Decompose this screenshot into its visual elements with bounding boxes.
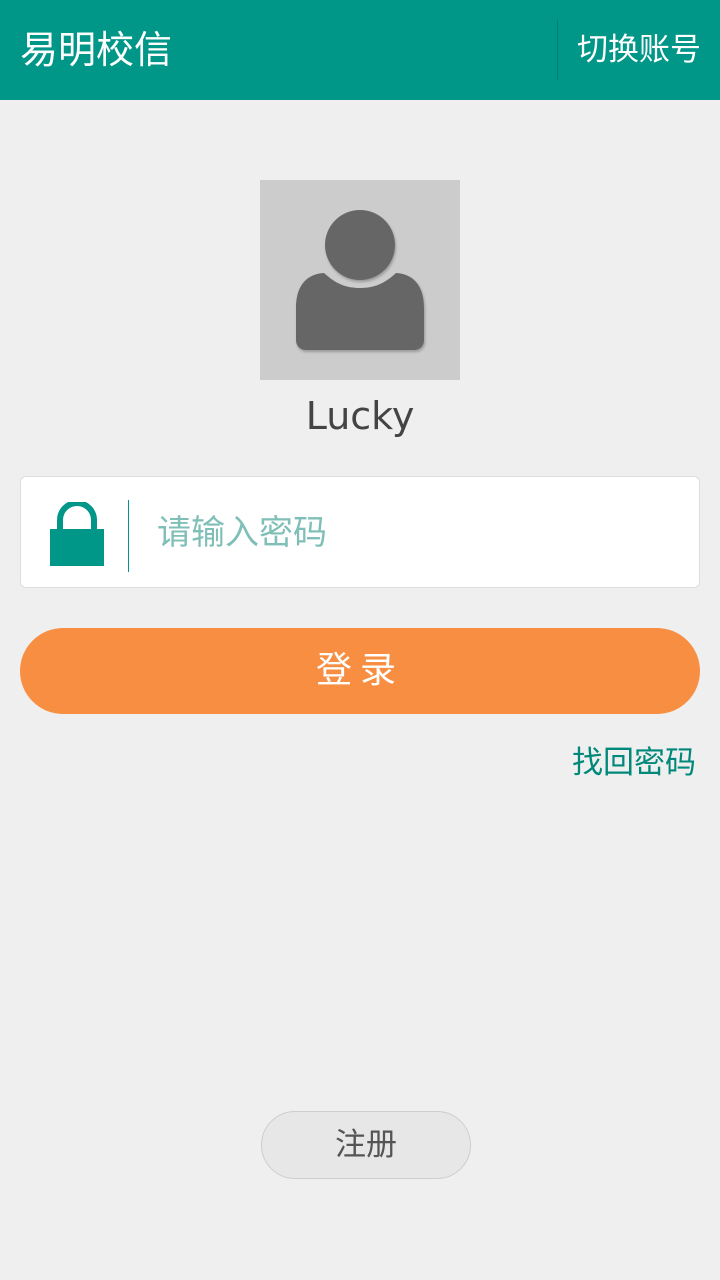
avatar[interactable]: [260, 180, 460, 380]
forgot-password-link[interactable]: 找回密码: [572, 740, 696, 786]
register-button[interactable]: 注册: [261, 1111, 471, 1179]
app-title: 易明校信: [20, 28, 173, 72]
default-user-icon: [296, 210, 424, 350]
username: Lucky: [305, 394, 415, 438]
lock-icon: [50, 502, 104, 566]
password-input[interactable]: [157, 504, 677, 562]
app-bar: 易明校信 切换账号: [0, 0, 720, 100]
login-button[interactable]: 登录: [20, 628, 700, 714]
password-field[interactable]: [20, 476, 700, 588]
field-divider: [128, 500, 129, 572]
switch-account-button[interactable]: 切换账号: [558, 0, 720, 100]
